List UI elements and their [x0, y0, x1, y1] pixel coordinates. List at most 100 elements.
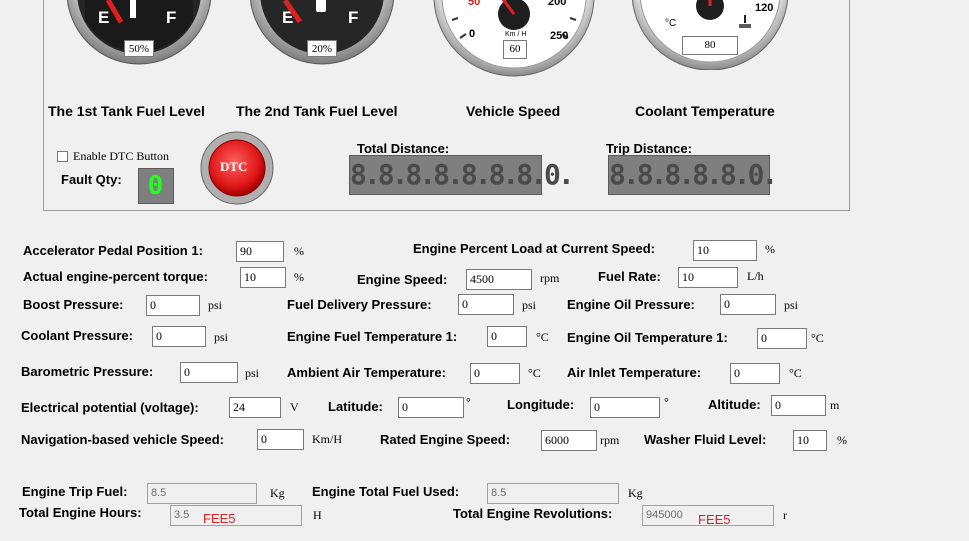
- boost-pressure-field[interactable]: 0: [146, 295, 200, 316]
- latitude-field[interactable]: 0: [398, 397, 464, 418]
- actual-torque-unit: %: [294, 270, 304, 284]
- nav-speed-unit: Km/H: [312, 432, 342, 446]
- speed-tick-label: 250: [550, 30, 569, 42]
- tank1-readout: 50%: [124, 40, 154, 57]
- accel-pedal-unit: %: [294, 244, 304, 258]
- speed-readout: 60: [503, 40, 527, 59]
- coolant-label: Coolant Temperature: [635, 103, 775, 119]
- tank1-label: The 1st Tank Fuel Level: [48, 103, 205, 119]
- washer-fluid-unit: %: [837, 433, 847, 447]
- fuel-empty-mark: E: [98, 8, 110, 27]
- longitude-label: Longitude:: [507, 397, 575, 412]
- barometric-pressure-label: Barometric Pressure:: [21, 364, 154, 379]
- engine-revs-unit: r: [783, 508, 787, 522]
- engine-fuel-temp-field[interactable]: 0: [487, 326, 527, 347]
- fuel-delivery-pressure-field[interactable]: 0: [458, 294, 514, 315]
- total-fuel-field: 8.5: [487, 483, 619, 504]
- ambient-air-temp-field[interactable]: 0: [470, 363, 520, 384]
- total-fuel-unit: Kg: [628, 486, 643, 500]
- washer-fluid-label: Washer Fluid Level:: [644, 432, 767, 447]
- altitude-unit: m: [830, 398, 840, 412]
- engine-oil-temp-label: Engine Oil Temperature 1:: [567, 330, 728, 345]
- coolant-readout: 80: [682, 36, 738, 55]
- rated-engine-speed-unit: rpm: [600, 433, 620, 447]
- air-inlet-temp-label: Air Inlet Temperature:: [567, 365, 702, 380]
- barometric-pressure-field[interactable]: 0: [180, 362, 238, 383]
- rated-engine-speed-label: Rated Engine Speed:: [380, 432, 511, 447]
- barometric-pressure-unit: psi: [245, 366, 260, 380]
- latitude-label: Latitude:: [328, 399, 383, 414]
- rated-engine-speed-field[interactable]: 6000: [541, 430, 597, 451]
- speed-tick-label: 0: [469, 28, 476, 40]
- engine-fuel-temp-label: Engine Fuel Temperature 1:: [287, 329, 458, 344]
- speed-label: Vehicle Speed: [466, 103, 561, 119]
- dtc-button-label[interactable]: DTC: [220, 159, 247, 175]
- total-distance-display: 8.8.8.8.8.8.8.0.: [349, 155, 575, 195]
- engine-revs-label: Total Engine Revolutions:: [453, 506, 613, 521]
- speed-unit: Km / H: [505, 31, 527, 38]
- electrical-potential-label: Electrical potential (voltage):: [21, 400, 199, 415]
- engine-oil-temp-field[interactable]: 0: [757, 328, 807, 349]
- electrical-potential-unit: V: [290, 400, 299, 414]
- engine-speed-unit: rpm: [540, 271, 560, 285]
- trip-distance-label: Trip Distance:: [606, 141, 692, 156]
- altitude-field[interactable]: 0: [771, 395, 826, 416]
- fault-qty-display: 0: [138, 168, 174, 204]
- washer-fluid-field[interactable]: 10: [793, 430, 827, 451]
- tank2-label: The 2nd Tank Fuel Level: [236, 103, 398, 119]
- fault-qty-label: Fault Qty:: [61, 172, 122, 187]
- fuel-delivery-pressure-unit: psi: [522, 298, 537, 312]
- air-inlet-temp-field[interactable]: 0: [730, 363, 780, 384]
- speed-tick-label: 50: [468, 0, 481, 8]
- fuel-pump-icon: [130, 0, 136, 18]
- enable-dtc-checkbox[interactable]: [57, 151, 68, 162]
- nav-speed-label: Navigation-based vehicle Speed:: [21, 432, 225, 447]
- trip-fuel-unit: Kg: [270, 486, 285, 500]
- engine-fuel-temp-unit: °C: [536, 330, 549, 344]
- trip-fuel-field: 8.5: [147, 483, 257, 504]
- engine-oil-pressure-unit: psi: [784, 298, 799, 312]
- speed-tick-label: 200: [548, 0, 567, 8]
- percent-load-unit: %: [765, 242, 775, 256]
- fuel-full-mark: F: [348, 8, 359, 27]
- electrical-potential-field[interactable]: 24: [229, 397, 281, 418]
- fuel-rate-unit: L/h: [747, 269, 764, 283]
- coolant-pressure-field[interactable]: 0: [152, 326, 206, 347]
- fuel-full-mark: F: [166, 8, 177, 27]
- trip-distance-display: 8.8.8.8.8.0.: [608, 155, 778, 195]
- engine-oil-pressure-label: Engine Oil Pressure:: [567, 297, 695, 312]
- total-distance-label: Total Distance:: [357, 141, 450, 156]
- fuel-rate-label: Fuel Rate:: [598, 269, 661, 284]
- engine-oil-temp-unit: °C: [811, 331, 824, 345]
- coolant-unit: °C: [665, 18, 677, 29]
- engine-revs-tag: FEE5: [698, 512, 731, 527]
- trip-fuel-label: Engine Trip Fuel:: [22, 484, 128, 499]
- engine-hours-field: 3.5: [170, 505, 302, 526]
- coolant-tick-label: 120: [755, 2, 774, 14]
- altitude-label: Altitude:: [708, 397, 761, 412]
- fuel-delivery-pressure-label: Fuel Delivery Pressure:: [287, 297, 432, 312]
- accel-pedal-field[interactable]: 90: [236, 241, 284, 262]
- actual-torque-label: Actual engine-percent torque:: [23, 269, 208, 284]
- engine-hours-label: Total Engine Hours:: [19, 505, 142, 520]
- accel-pedal-label: Accelerator Pedal Position 1:: [23, 243, 203, 258]
- boost-pressure-unit: psi: [208, 298, 223, 312]
- boost-pressure-label: Boost Pressure:: [23, 297, 124, 312]
- longitude-field[interactable]: 0: [590, 397, 660, 418]
- latitude-unit: °: [466, 395, 471, 409]
- engine-speed-label: Engine Speed:: [357, 272, 448, 287]
- engine-oil-pressure-field[interactable]: 0: [720, 294, 776, 315]
- percent-load-label: Engine Percent Load at Current Speed:: [413, 241, 655, 256]
- fuel-pump-icon: [316, 0, 326, 12]
- percent-load-field[interactable]: 10: [693, 240, 757, 261]
- total-fuel-label: Engine Total Fuel Used:: [312, 484, 460, 499]
- actual-torque-field[interactable]: 10: [240, 267, 286, 288]
- fuel-rate-field[interactable]: 10: [678, 267, 738, 288]
- tank2-readout: 20%: [307, 40, 337, 57]
- nav-speed-field[interactable]: 0: [257, 429, 304, 450]
- air-inlet-temp-unit: °C: [789, 366, 802, 380]
- engine-speed-field[interactable]: 4500: [466, 269, 532, 290]
- engine-hours-unit: H: [313, 508, 322, 522]
- thermometer-icon: [738, 14, 752, 28]
- enable-dtc-label[interactable]: Enable DTC Button: [73, 149, 169, 164]
